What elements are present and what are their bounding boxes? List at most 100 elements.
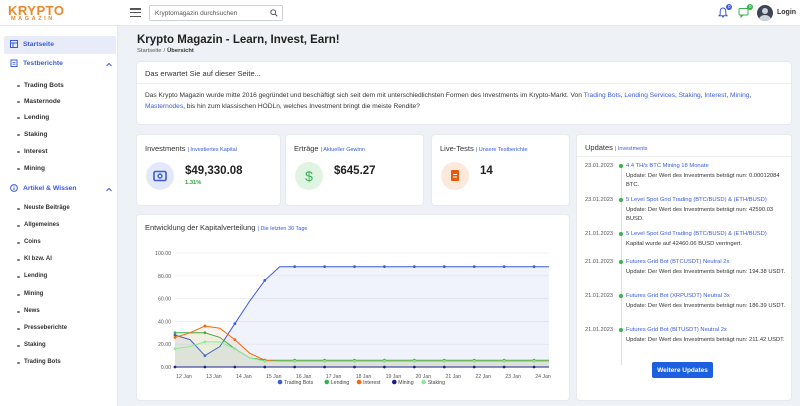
page-title: Krypto Magazin - Learn, Invest, Earn! [137, 34, 340, 46]
legend-marker [392, 379, 397, 385]
sidebar-item-interest[interactable]: Interest [16, 148, 47, 155]
sidebar-item-masternode[interactable]: Masternode [16, 98, 60, 105]
sidebar-item-presseberichte[interactable]: Presseberichte [16, 325, 67, 331]
data-point [233, 322, 237, 326]
sidebar-item-mining[interactable]: Mining [17, 165, 45, 172]
info-icon [10, 184, 18, 192]
menu-toggle-icon[interactable] [130, 8, 141, 18]
stat-title: Erträge | Aktueller Gewinn [294, 144, 365, 153]
sidebar-item-lending[interactable]: Lending [16, 114, 49, 121]
timeline-body: Kapital wurde auf 42460.06 BUSD verringe… [626, 241, 743, 247]
stat-card-investments: Investments | Investiertes Kapital $49,33… [137, 135, 280, 205]
chart-card: Entwicklung der Kapitalverteilung | Die l… [137, 215, 569, 400]
data-point [412, 265, 416, 269]
messages-badge: 0 [747, 4, 753, 10]
sidebar-item-news[interactable]: News [17, 308, 40, 314]
dollar-icon: $ [295, 162, 323, 190]
data-point [353, 359, 356, 363]
notifications-badge: 0 [726, 4, 732, 10]
data-point [173, 335, 177, 339]
data-point [383, 265, 386, 269]
data-point [353, 265, 356, 269]
data-point [293, 265, 297, 269]
timeline-title-link[interactable]: Futures Grid Bot (BITUSDT) Neutral 2x [626, 327, 727, 333]
legend-marker [421, 379, 427, 385]
logo-sub-text: MAGAZIN [11, 16, 55, 22]
timeline-dot [619, 328, 623, 332]
sidebar-section-testberichte[interactable]: Testberichte [10, 59, 63, 67]
data-point [233, 347, 237, 351]
sidebar-item-ki-ai[interactable]: KI bzw. AI [17, 256, 52, 262]
sidebar-item-lending-articles[interactable]: Lending [16, 273, 47, 279]
intro-heading: Das erwartet Sie auf dieser Seite... [137, 62, 791, 84]
sidebar-item-neuste-beitraege[interactable]: Neuste Beiträge [17, 205, 70, 211]
more-updates-button[interactable]: Weitere Updates [652, 362, 713, 378]
sidebar-item-allgemeines[interactable]: Allgemeines [16, 222, 59, 228]
data-point [442, 265, 446, 269]
stat-change: 1.31% [185, 180, 202, 186]
data-point [442, 359, 446, 363]
link-masternodes[interactable]: Masternodes [145, 103, 183, 110]
sidebar-item-mining-articles[interactable]: Mining [16, 291, 43, 297]
data-point [203, 340, 207, 344]
sidebar-section-label: Artikel & Wissen [23, 184, 77, 192]
top-bar: KRYPTO MAGAZIN 0 0 Login [0, 0, 800, 26]
data-point [233, 338, 237, 342]
link-staking[interactable]: Staking [679, 92, 701, 99]
legend-marker [277, 379, 283, 385]
timeline-date: 23.01.2023 [585, 197, 613, 203]
sidebar-section-label: Testberichte [23, 59, 63, 67]
stat-value: $49,330.08 [185, 165, 243, 177]
y-tick-label: 80.00 [158, 274, 171, 280]
timeline-title-link[interactable]: Futures Grid Bot (XRPUSDT) Neutral 3x [626, 293, 730, 299]
stat-title: Live-Tests | Unsere Testberichte [440, 144, 528, 153]
sidebar-item-staking[interactable]: Staking [16, 131, 47, 138]
chevron-up-icon[interactable] [106, 62, 112, 67]
sidebar-home-label: Startseite [23, 40, 54, 48]
data-point [532, 265, 536, 269]
link-mining[interactable]: Mining [730, 92, 749, 99]
sidebar-item-trading-bots-articles[interactable]: Trading Bots [17, 359, 61, 365]
notifications-button[interactable]: 0 [717, 4, 732, 18]
breadcrumb-home-link[interactable]: Startseite [137, 48, 162, 54]
search-input[interactable] [150, 6, 264, 20]
link-lending-services[interactable]: Lending Services [624, 92, 675, 99]
timeline-dot [619, 164, 623, 168]
timeline-title-link[interactable]: Futures Grid Bot (BTCUSDT) Neutral 2x [626, 259, 729, 265]
y-tick-label: 0.00 [161, 365, 171, 371]
link-trading-bots[interactable]: Trading Bots [584, 92, 621, 99]
data-point [293, 359, 297, 363]
line-chart: 0.00 20.00 40.00 60.00 80.00 100.00 12 Jan 13 J… [155, 251, 551, 386]
timeline-date: 21.01.2023 [585, 327, 613, 333]
breadcrumb: Startseite / Übersicht [137, 48, 194, 54]
timeline-title-link[interactable]: 5 Level Spot Grid Trading (BTC/BUSD) & (… [626, 197, 767, 203]
x-tick-label: 13 Jan [206, 374, 222, 380]
data-point [173, 347, 177, 351]
stat-value: 14 [480, 165, 493, 177]
sidebar-item-staking-articles[interactable]: Staking [17, 342, 46, 348]
data-point [502, 265, 506, 269]
link-interest[interactable]: Interest [704, 92, 726, 99]
timeline-body: Update: Der Wert des Investments beträgt… [626, 303, 786, 309]
x-tick-label: 21 Jan [445, 374, 461, 380]
chevron-up-icon[interactable] [106, 187, 112, 192]
site-logo[interactable]: KRYPTO MAGAZIN [8, 3, 68, 23]
sidebar-section-artikel[interactable]: Artikel & Wissen [10, 184, 77, 192]
data-point [412, 359, 416, 363]
sidebar: Startseite Testberichte Trading Bots Mas… [0, 26, 118, 406]
user-avatar[interactable] [757, 5, 773, 21]
messages-button[interactable]: 0 [738, 4, 753, 19]
search-icon[interactable] [270, 9, 278, 17]
login-link[interactable]: Login [777, 9, 796, 16]
sidebar-home-row[interactable]: Startseite [10, 40, 54, 48]
timeline-title-link[interactable]: 5 Level Spot Grid Trading (BTC/BUSD) & (… [626, 231, 767, 237]
sidebar-item-coins[interactable]: Coins [17, 239, 41, 245]
wallet-icon [146, 162, 174, 190]
sidebar-item-trading-bots[interactable]: Trading Bots [17, 82, 64, 89]
data-point [173, 331, 177, 335]
timeline-title-link[interactable]: 4.4 TH/s BTC Mining 18 Monate [626, 163, 709, 169]
timeline-body: Update: Der Wert des Investments beträgt… [626, 337, 785, 343]
timeline-body: Update: Der Wert des Investments beträgt… [626, 207, 774, 222]
x-tick-label: 12 Jan [176, 374, 192, 380]
updates-header: Updates | Investments [577, 135, 791, 157]
